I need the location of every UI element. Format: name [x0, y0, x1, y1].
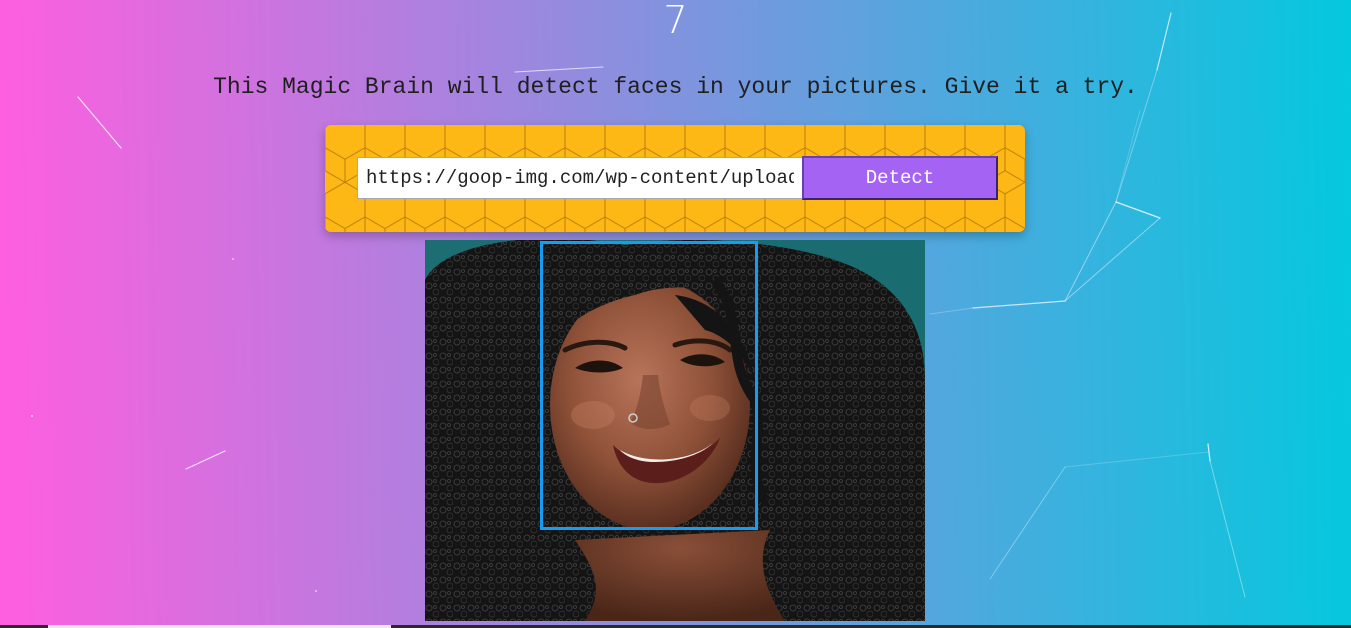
intro-text: This Magic Brain will detect faces in yo…: [213, 74, 1138, 100]
image-link-form: Detect: [325, 125, 1025, 232]
image-url-input[interactable]: [357, 157, 803, 199]
detect-button[interactable]: Detect: [802, 156, 998, 200]
detection-result: [425, 240, 925, 621]
face-bounding-box: [540, 241, 758, 530]
page: { "rank": "7", "intro": { "text": "This …: [0, 0, 1351, 628]
rank-number: 7: [663, 0, 688, 42]
